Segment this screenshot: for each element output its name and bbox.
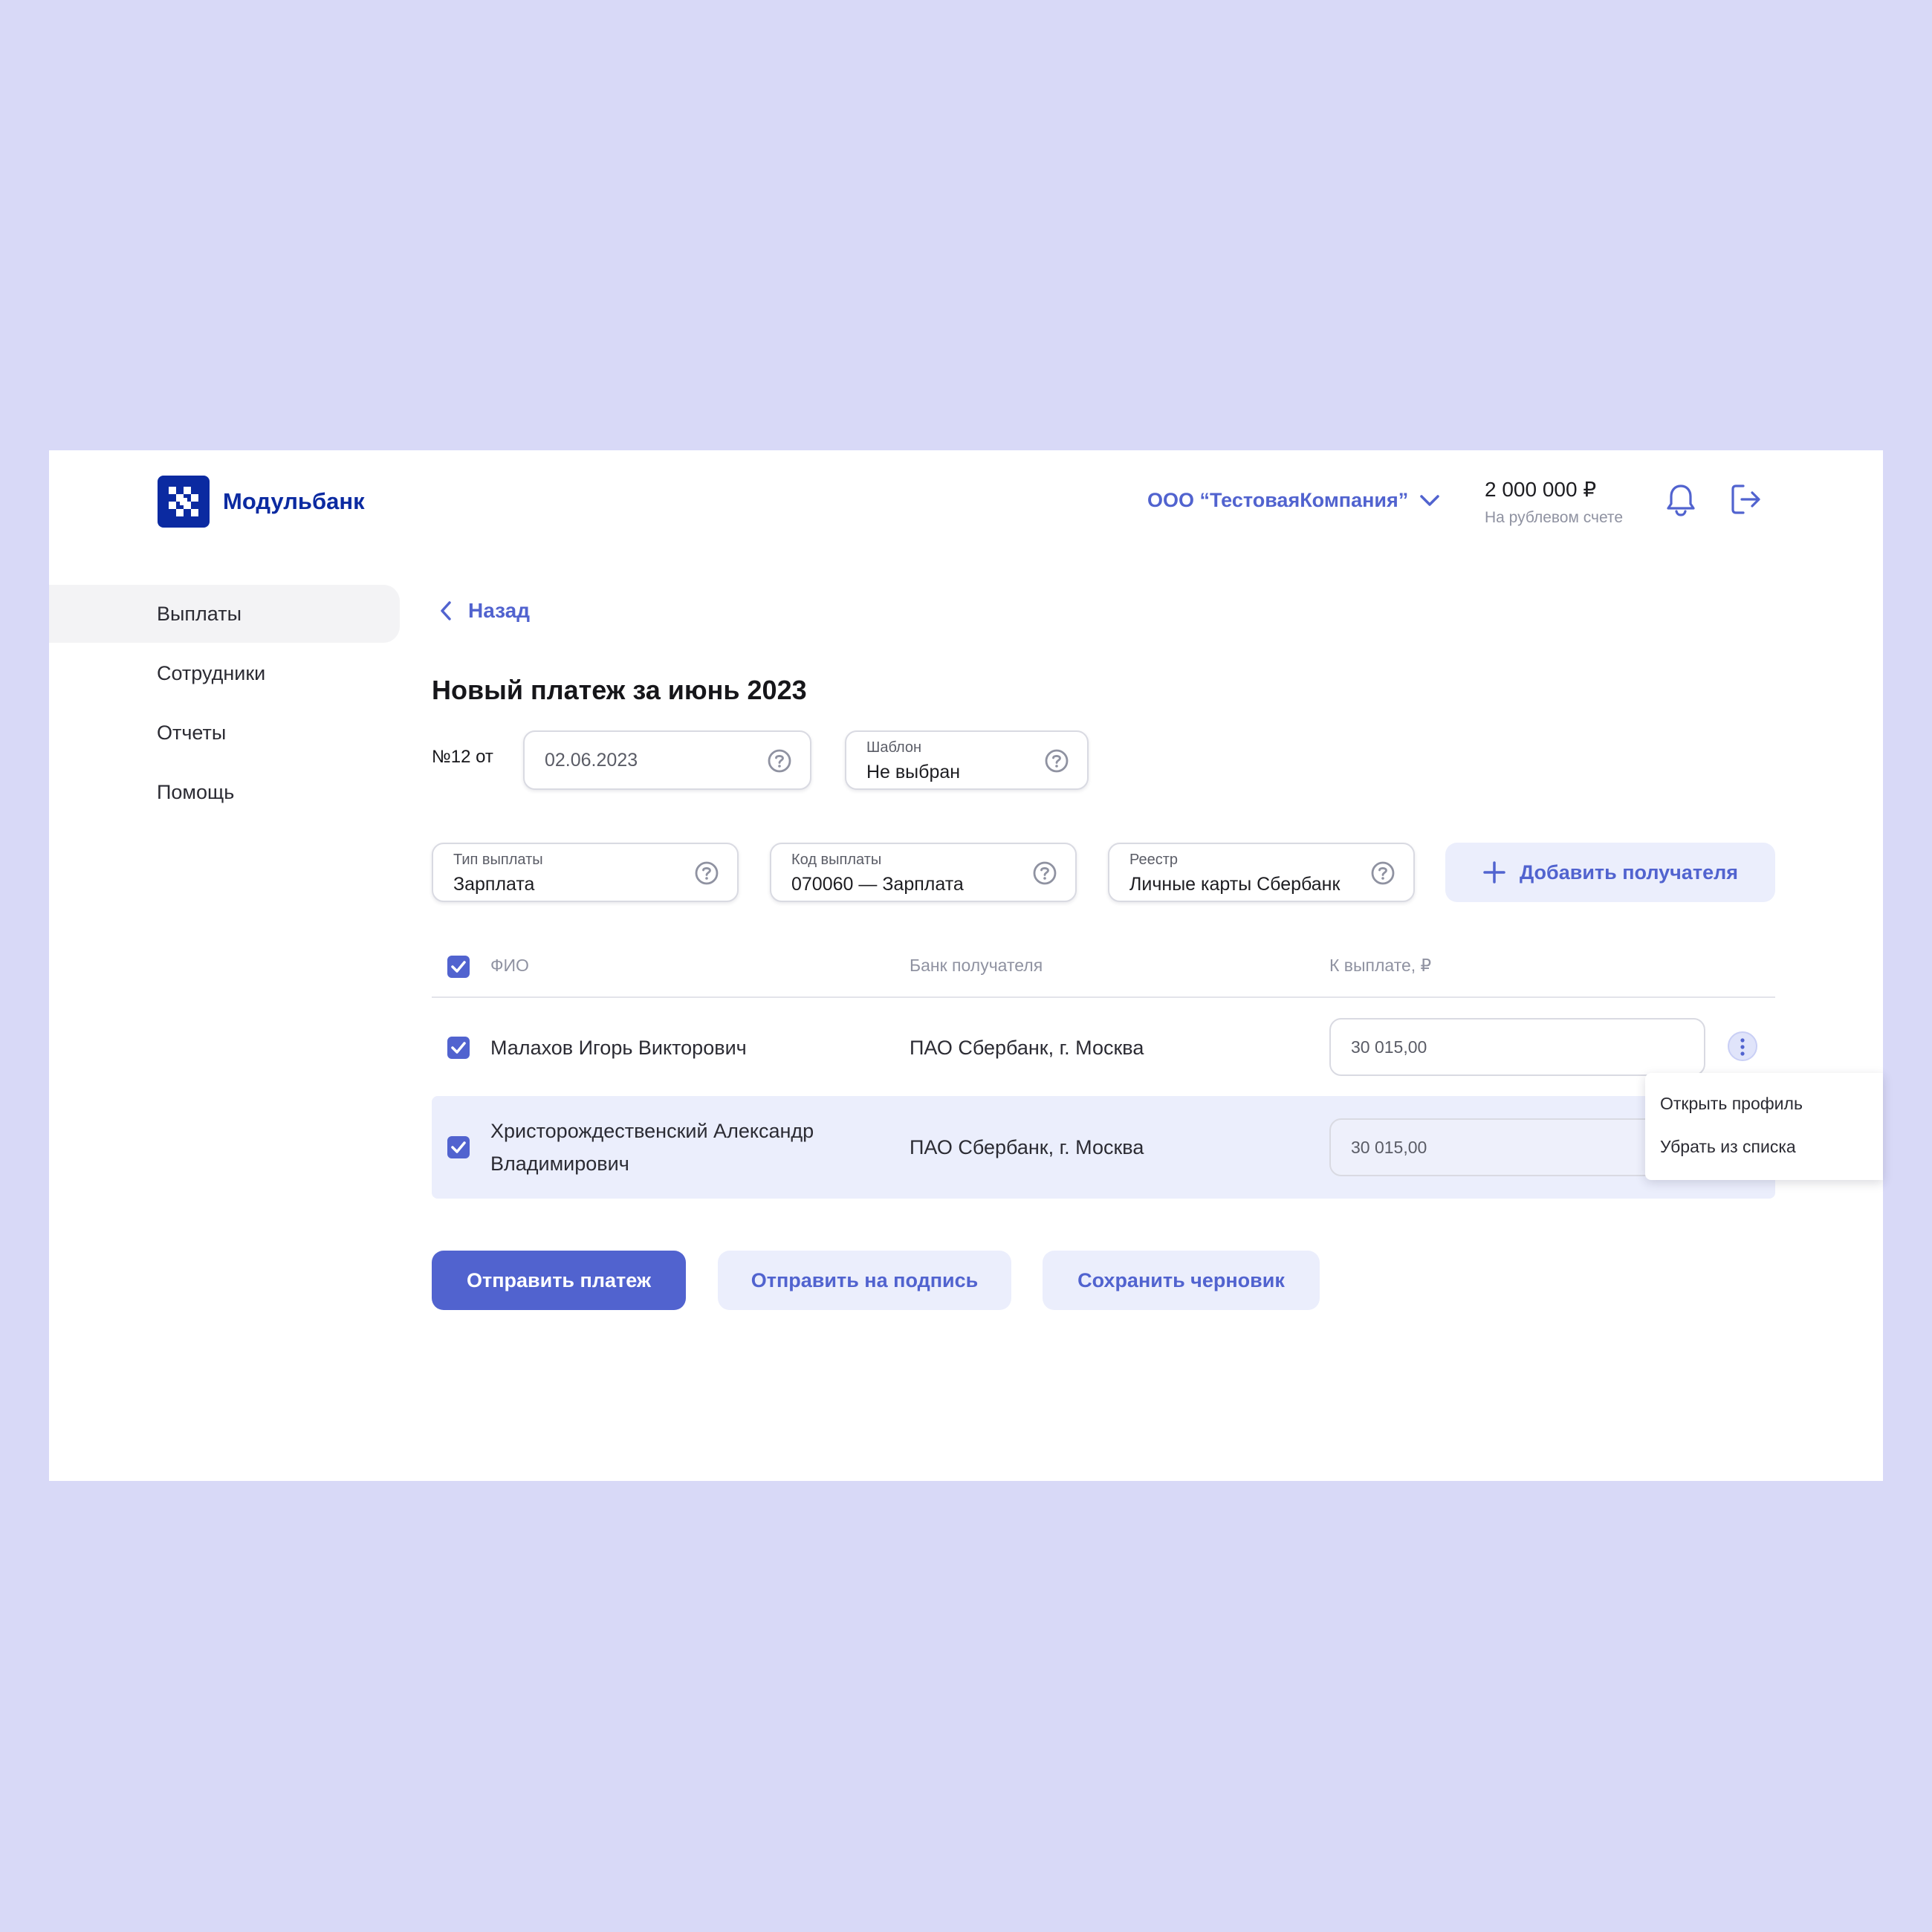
help-icon[interactable] xyxy=(1032,860,1057,886)
row-checkbox[interactable] xyxy=(447,1037,470,1059)
check-icon xyxy=(451,1042,466,1054)
sidebar-item-reports[interactable]: Отчеты xyxy=(49,704,400,762)
date-value: 02.06.2023 xyxy=(545,750,638,771)
table-divider xyxy=(432,996,1775,998)
payment-code-value: 070060 — Зарплата xyxy=(791,874,964,895)
logout-button[interactable] xyxy=(1730,483,1763,519)
check-icon xyxy=(451,961,466,973)
table-row-bank: ПАО Сбербанк, г. Москва xyxy=(910,1136,1144,1158)
add-recipient-label: Добавить получателя xyxy=(1519,860,1739,884)
payment-type-select[interactable]: Тип выплаты Зарплата xyxy=(432,843,739,902)
sidebar-item-label: Сотрудники xyxy=(157,661,266,684)
registry-label: Реестр xyxy=(1129,852,1178,868)
row-context-menu: Открыть профиль Убрать из списка xyxy=(1645,1073,1883,1180)
template-value: Не выбран xyxy=(866,762,961,782)
select-all-checkbox[interactable] xyxy=(447,956,470,978)
help-icon[interactable] xyxy=(767,748,792,774)
row-checkbox[interactable] xyxy=(447,1136,470,1158)
save-draft-label: Сохранить черновик xyxy=(1077,1268,1285,1291)
back-link[interactable]: Назад xyxy=(440,599,530,623)
send-for-signature-button[interactable]: Отправить на подпись xyxy=(718,1251,1011,1310)
sidebar-item-label: Помощь xyxy=(157,780,235,803)
name-line-2: Владимирович xyxy=(490,1153,629,1175)
table-row-name: Малахов Игорь Викторович xyxy=(490,1037,747,1059)
chevron-left-icon xyxy=(441,601,451,620)
help-icon[interactable] xyxy=(1044,748,1069,774)
account-balance: 2 000 000 ₽ На рублевом счете xyxy=(1485,477,1623,527)
help-icon[interactable] xyxy=(1370,860,1395,886)
send-for-signature-label: Отправить на подпись xyxy=(751,1268,979,1291)
send-payment-button[interactable]: Отправить платеж xyxy=(432,1251,686,1310)
back-label: Назад xyxy=(468,599,531,622)
sidebar-item-payouts[interactable]: Выплаты xyxy=(49,585,400,643)
payment-code-label: Код выплаты xyxy=(791,852,882,868)
page-title: Новый платеж за июнь 2023 xyxy=(432,675,807,705)
table-row-name: Христорождественский Александр Владимиро… xyxy=(490,1115,814,1180)
menu-item-remove[interactable]: Убрать из списка xyxy=(1660,1137,1796,1157)
sidebar-item-help[interactable]: Помощь xyxy=(49,763,400,821)
brand-logo[interactable]: Модульбанк xyxy=(158,476,365,528)
registry-value: Личные карты Сбербанк xyxy=(1129,874,1341,895)
save-draft-button[interactable]: Сохранить черновик xyxy=(1043,1251,1320,1310)
payment-code-select[interactable]: Код выплаты 070060 — Зарплата xyxy=(770,843,1077,902)
add-recipient-button[interactable]: Добавить получателя xyxy=(1445,843,1775,902)
logout-icon xyxy=(1731,484,1760,514)
send-payment-label: Отправить платеж xyxy=(466,1268,652,1291)
sidebar-item-label: Выплаты xyxy=(157,602,242,625)
template-select[interactable]: Шаблон Не выбран xyxy=(845,730,1089,790)
template-label: Шаблон xyxy=(866,739,922,756)
chevron-down-icon xyxy=(1420,494,1440,506)
amount-value: 30 015,00 xyxy=(1351,1137,1427,1157)
amount-input[interactable]: 30 015,00 xyxy=(1329,1018,1705,1076)
column-header-bank: Банк получателя xyxy=(910,956,1043,975)
help-icon[interactable] xyxy=(694,860,719,886)
notifications-button[interactable] xyxy=(1666,483,1696,521)
balance-amount: 2 000 000 ₽ xyxy=(1485,478,1597,501)
company-name: ООО “ТестоваяКомпания” xyxy=(1147,489,1409,511)
bell-icon xyxy=(1667,484,1695,516)
column-header-name: ФИО xyxy=(490,956,529,975)
date-field[interactable]: 02.06.2023 xyxy=(523,730,811,790)
row-actions-button[interactable] xyxy=(1728,1031,1757,1061)
modulbank-logo-icon xyxy=(158,476,210,528)
balance-caption: На рублевом счете xyxy=(1485,509,1623,526)
company-selector[interactable]: ООО “ТестоваяКомпания” xyxy=(1147,489,1440,512)
plus-icon xyxy=(1483,861,1505,884)
name-line-1: Христорождественский Александр xyxy=(490,1120,814,1142)
brand-name: Модульбанк xyxy=(223,488,365,514)
registry-select[interactable]: Реестр Личные карты Сбербанк xyxy=(1108,843,1415,902)
sidebar-item-employees[interactable]: Сотрудники xyxy=(49,644,400,702)
check-icon xyxy=(451,1141,466,1153)
payment-number-label: №12 от xyxy=(432,747,493,767)
amount-value: 30 015,00 xyxy=(1351,1037,1427,1057)
app-window: Модульбанк ООО “ТестоваяКомпания” 2 000 … xyxy=(49,450,1883,1481)
table-row-bank: ПАО Сбербанк, г. Москва xyxy=(910,1037,1144,1059)
more-vertical-icon xyxy=(1740,1038,1745,1056)
column-header-amount: К выплате, ₽ xyxy=(1329,956,1432,975)
menu-item-open-profile[interactable]: Открыть профиль xyxy=(1660,1094,1803,1114)
payment-type-value: Зарплата xyxy=(453,874,535,895)
sidebar-item-label: Отчеты xyxy=(157,721,227,744)
payment-type-label: Тип выплаты xyxy=(453,852,543,868)
